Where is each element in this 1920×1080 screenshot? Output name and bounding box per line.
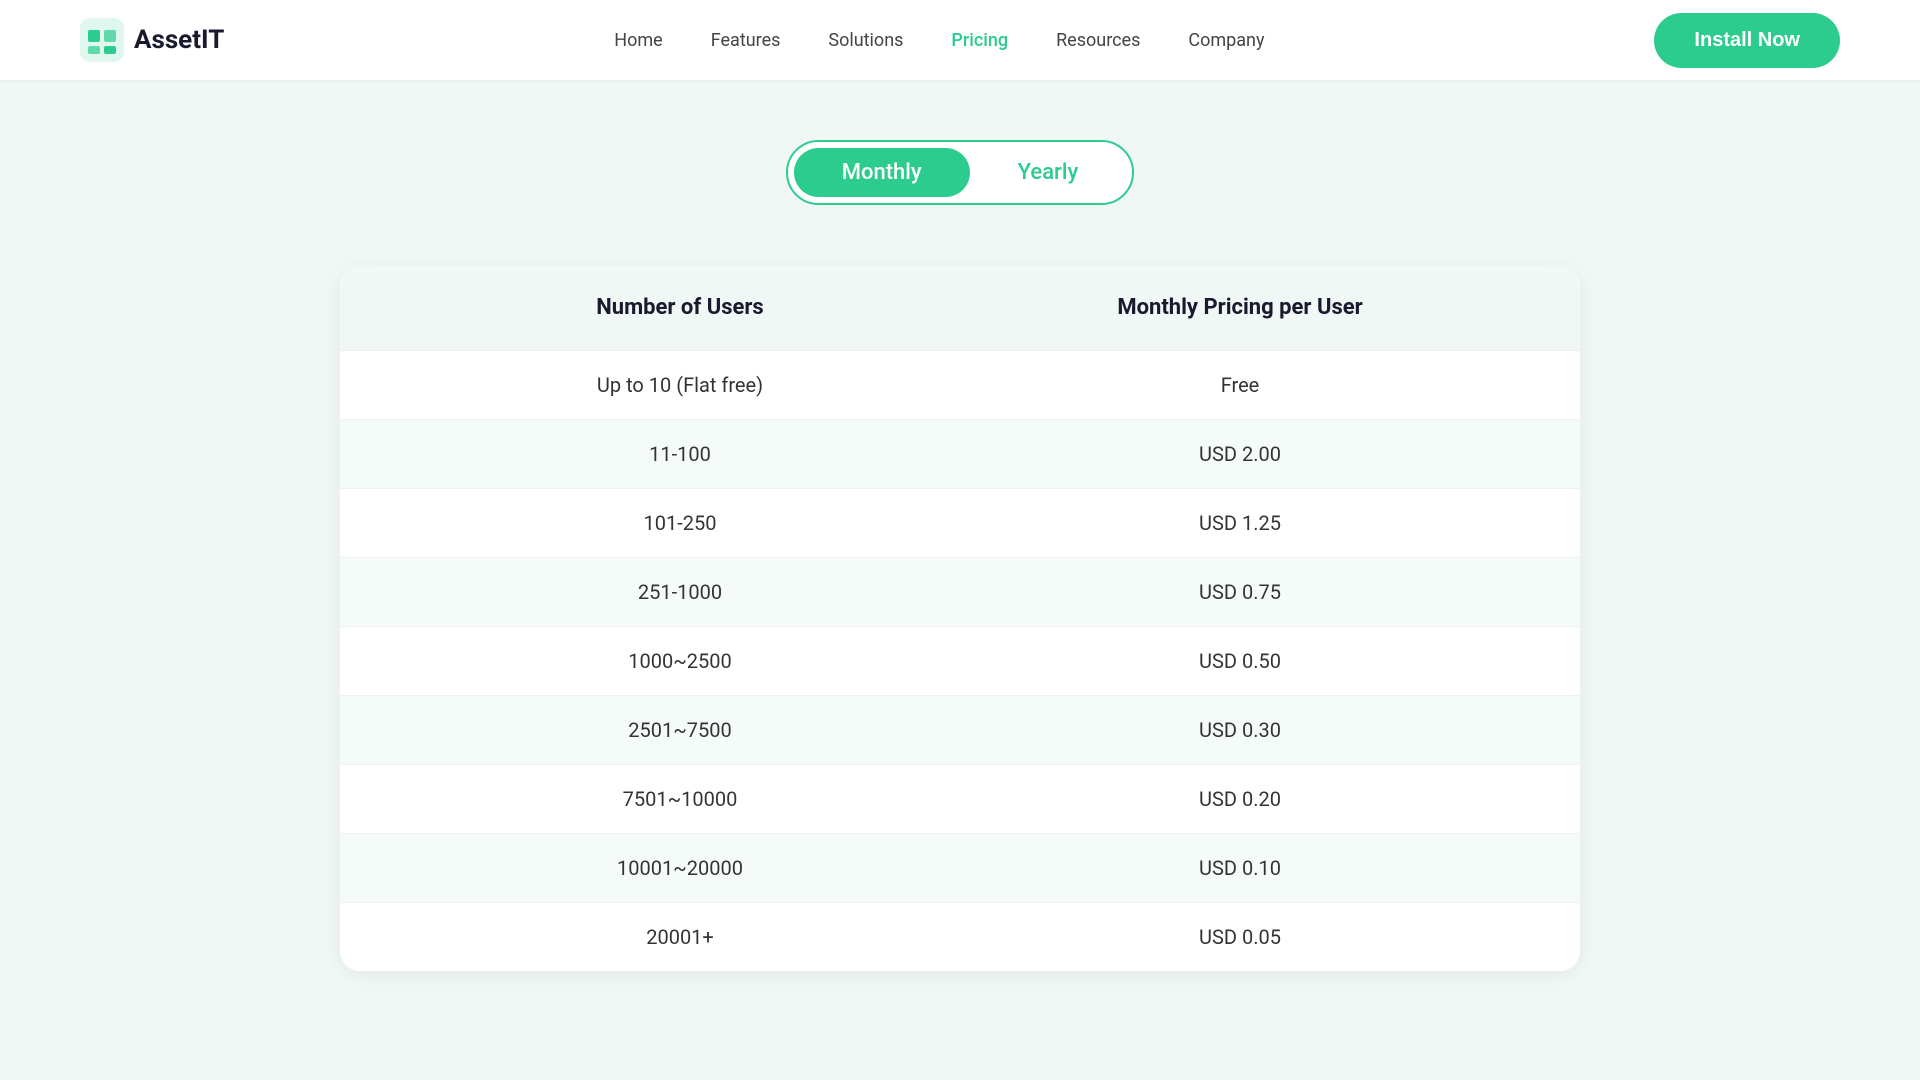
nav: Home Features Solutions Pricing Resource… bbox=[614, 30, 1264, 51]
table-row: 10001~20000 USD 0.10 bbox=[340, 833, 1580, 902]
main-content: Monthly Yearly Number of Users Monthly P… bbox=[0, 80, 1920, 1031]
pricing-card: Number of Users Monthly Pricing per User… bbox=[340, 265, 1580, 971]
table-row: 101-250 USD 1.25 bbox=[340, 488, 1580, 557]
users-cell: Up to 10 (Flat free) bbox=[400, 373, 960, 397]
header: AssetIT Home Features Solutions Pricing … bbox=[0, 0, 1920, 80]
price-cell: USD 0.75 bbox=[960, 580, 1520, 604]
users-cell: 7501~10000 bbox=[400, 787, 960, 811]
users-cell: 10001~20000 bbox=[400, 856, 960, 880]
price-cell: USD 0.05 bbox=[960, 925, 1520, 949]
users-cell: 101-250 bbox=[400, 511, 960, 535]
nav-home[interactable]: Home bbox=[614, 30, 662, 51]
price-cell: USD 2.00 bbox=[960, 442, 1520, 466]
table-row: 20001+ USD 0.05 bbox=[340, 902, 1580, 971]
users-cell: 2501~7500 bbox=[400, 718, 960, 742]
table-row: 2501~7500 USD 0.30 bbox=[340, 695, 1580, 764]
table-header: Number of Users Monthly Pricing per User bbox=[340, 265, 1580, 350]
logo-icon bbox=[80, 18, 124, 62]
install-now-button[interactable]: Install Now bbox=[1654, 13, 1840, 68]
col-header-price: Monthly Pricing per User bbox=[960, 295, 1520, 320]
col-header-users: Number of Users bbox=[400, 295, 960, 320]
toggle-yearly[interactable]: Yearly bbox=[970, 148, 1127, 197]
price-cell: USD 0.20 bbox=[960, 787, 1520, 811]
table-row: 1000~2500 USD 0.50 bbox=[340, 626, 1580, 695]
table-row: 7501~10000 USD 0.20 bbox=[340, 764, 1580, 833]
nav-features[interactable]: Features bbox=[711, 30, 781, 51]
users-cell: 11-100 bbox=[400, 442, 960, 466]
price-cell: USD 0.50 bbox=[960, 649, 1520, 673]
toggle-monthly[interactable]: Monthly bbox=[794, 148, 970, 197]
price-cell: USD 0.10 bbox=[960, 856, 1520, 880]
table-row: 251-1000 USD 0.75 bbox=[340, 557, 1580, 626]
nav-solutions[interactable]: Solutions bbox=[828, 30, 903, 51]
price-cell: Free bbox=[960, 373, 1520, 397]
price-cell: USD 0.30 bbox=[960, 718, 1520, 742]
nav-company[interactable]: Company bbox=[1188, 30, 1264, 51]
users-cell: 20001+ bbox=[400, 925, 960, 949]
nav-pricing[interactable]: Pricing bbox=[951, 30, 1008, 51]
users-cell: 1000~2500 bbox=[400, 649, 960, 673]
users-cell: 251-1000 bbox=[400, 580, 960, 604]
table-row: Up to 10 (Flat free) Free bbox=[340, 350, 1580, 419]
logo-text: AssetIT bbox=[134, 25, 224, 55]
nav-resources[interactable]: Resources bbox=[1056, 30, 1140, 51]
logo-area: AssetIT bbox=[80, 18, 224, 62]
price-cell: USD 1.25 bbox=[960, 511, 1520, 535]
table-row: 11-100 USD 2.00 bbox=[340, 419, 1580, 488]
billing-toggle: Monthly Yearly bbox=[786, 140, 1134, 205]
